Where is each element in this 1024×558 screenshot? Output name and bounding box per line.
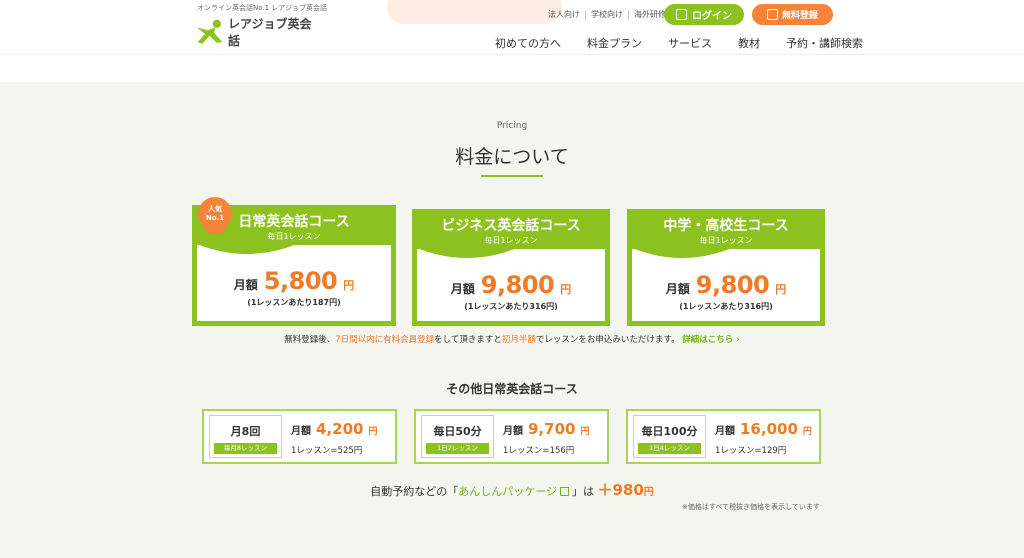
frequency-tag: 毎月8レッスン — [214, 443, 277, 454]
note-text-3: でレッスンをお申込みいただけます。 — [535, 335, 680, 345]
edit-icon — [766, 9, 778, 20]
site-tagline: オンライン英会話No.1 レアジョブ英会話 — [197, 4, 328, 12]
price-per-lesson: 1レッスン=156円 — [503, 446, 575, 456]
note-highlight-1: 7日間以内に有料会員登録 — [335, 335, 435, 345]
popular-badge: 人気 No.1 — [198, 197, 232, 234]
login-label: ログイン — [692, 11, 732, 22]
note-highlight-2: 初月半額 — [501, 335, 536, 345]
price-unit: 円 — [580, 427, 590, 437]
main-nav: 初めての方へ 料金プラン サービス 教材 予約・講師検索 — [495, 35, 863, 51]
frequency-tag: 1日2レッスン — [426, 443, 489, 454]
anshin-package-line: 自動予約などの「あんしんパッケージ 」は ＋980円 — [0, 479, 1024, 500]
nav-pricing[interactable]: 料金プラン — [587, 35, 642, 51]
promo-banner-ghost[interactable] — [387, 0, 562, 24]
top-links: 法人向け 学校向け 海外研修 — [543, 10, 671, 20]
frequency-label: 毎日50分 — [433, 425, 482, 438]
price-unit: 円 — [802, 427, 812, 437]
free-register-button[interactable]: 無料登録 — [752, 4, 833, 25]
badge-line1: 人気 — [208, 205, 222, 213]
price-label: 月額 — [715, 426, 735, 437]
top-link-corporate[interactable]: 法人向け — [543, 10, 586, 20]
frequency-box: 月8回 毎月8レッスン — [209, 415, 282, 458]
nav-beginners[interactable]: 初めての方へ — [495, 35, 561, 51]
external-link-icon — [559, 487, 569, 496]
badge-line2: No.1 — [205, 214, 225, 222]
price-value: 4,200 — [316, 420, 364, 438]
frequency-box: 毎日100分 1日4レッスン — [633, 415, 706, 458]
nav-services[interactable]: サービス — [668, 35, 712, 51]
price-per-lesson: 1レッスン=525円 — [291, 446, 363, 456]
anshin-prefix: 自動予約などの「 — [370, 485, 459, 498]
nav-materials[interactable]: 教材 — [738, 35, 760, 51]
other-courses-title: その他日常英会話コース — [446, 382, 578, 396]
login-button[interactable]: ログイン — [664, 4, 744, 25]
anshin-price: ＋980 — [597, 481, 644, 499]
login-icon — [676, 9, 687, 20]
price-label: 月額 — [503, 426, 523, 437]
other-course-card-100[interactable]: 毎日100分 1日4レッスン 月額 16,000 円 1レッスン=129円 — [626, 409, 821, 464]
price-value: 9,700 — [528, 420, 576, 438]
note-text-2: をして頂きますと — [434, 335, 502, 345]
nav-booking[interactable]: 予約・講師検索 — [786, 35, 863, 51]
trial-note: 無料登録後、7日間以内に有料会員登録をして頂きますと初月半額でレッスンをお申込み… — [0, 333, 1024, 345]
price-label: 月額 — [291, 426, 311, 437]
frequency-tag: 1日4レッスン — [638, 443, 701, 454]
pricing-lower: 無料登録後、7日間以内に有料会員登録をして頂きますと初月半額でレッスンをお申込み… — [0, 82, 1024, 558]
anshin-package-link[interactable]: あんしんパッケージ — [458, 485, 557, 498]
frequency-box: 毎日50分 1日2レッスン — [421, 415, 494, 458]
anshin-unit: 円 — [643, 487, 654, 498]
top-link-school[interactable]: 学校向け — [586, 10, 629, 20]
details-link[interactable]: 詳細はこちら — [682, 335, 733, 345]
other-course-card-8[interactable]: 月8回 毎月8レッスン 月額 4,200 円 1レッスン=525円 — [202, 409, 397, 464]
other-course-card-50[interactable]: 毎日50分 1日2レッスン 月額 9,700 円 1レッスン=156円 — [414, 409, 609, 464]
register-label: 無料登録 — [781, 11, 818, 21]
note-text-1: 無料登録後、 — [284, 335, 336, 345]
price-per-lesson: 1レッスン=129円 — [715, 446, 787, 456]
price-unit: 円 — [368, 427, 378, 437]
chevron-right-icon: › — [733, 335, 740, 345]
site-logo[interactable]: レアジョブ英会話 — [195, 16, 315, 48]
frequency-label: 毎日100分 — [641, 425, 698, 438]
logo-mark-icon — [196, 19, 223, 44]
price-value: 16,000 — [740, 420, 798, 438]
logo-text: レアジョブ英会話 — [227, 17, 312, 48]
tax-note: ※価格はすべて税抜き価格を表示しています — [682, 503, 820, 511]
anshin-suffix: 」は — [571, 485, 594, 498]
site-header: オンライン英会話No.1 レアジョブ英会話 レアジョブ英会話 法人向け 学校向け… — [0, 0, 1024, 55]
frequency-label: 月8回 — [230, 425, 261, 438]
